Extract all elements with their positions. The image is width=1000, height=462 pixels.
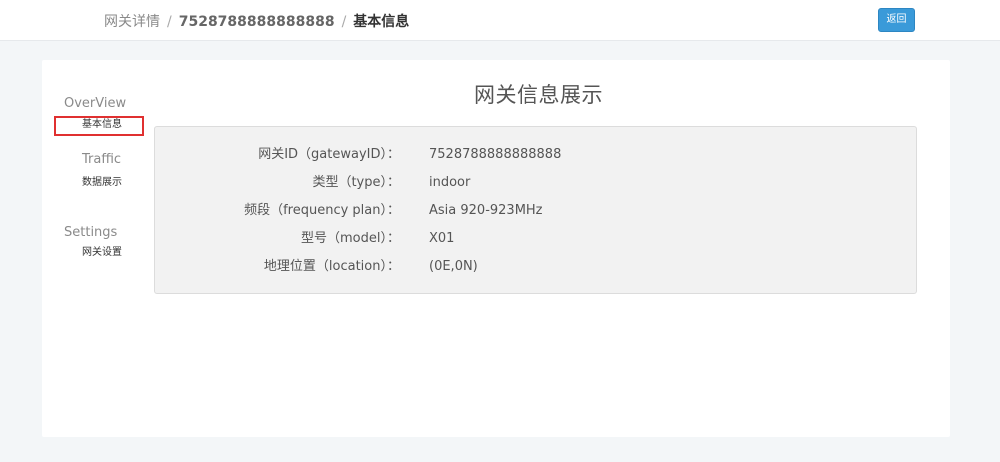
info-label: 地理位置（location）：: [263, 259, 400, 274]
content-card: OverView 基本信息 Traffic 数据展示 Settings 网关设置…: [42, 60, 950, 437]
info-value: X01: [429, 231, 455, 246]
breadcrumb: 网关详情 / 7528788888888888 / 基本信息: [104, 12, 409, 32]
sidebar-header-overview: OverView: [64, 96, 127, 111]
info-row-location: 地理位置（location）： (0E,0N): [155, 257, 916, 277]
sidebar-header-settings: Settings: [64, 225, 118, 240]
info-row-gateway-id: 网关ID（gatewayID）： 7528788888888888: [155, 145, 916, 165]
info-label: 频段（frequency plan）：: [244, 203, 400, 218]
info-label: 型号（model）：: [301, 231, 400, 246]
info-row-frequency-plan: 频段（frequency plan）： Asia 920-923MHz: [155, 201, 916, 221]
breadcrumb-separator: /: [341, 14, 347, 30]
info-label: 网关ID（gatewayID）：: [258, 147, 400, 162]
breadcrumb-gateway-id[interactable]: 7528788888888888: [179, 14, 335, 30]
info-value: (0E,0N): [429, 259, 478, 274]
info-value: 7528788888888888: [429, 147, 562, 162]
sidebar: OverView 基本信息 Traffic 数据展示 Settings 网关设置: [42, 60, 152, 437]
sidebar-header-traffic: Traffic: [82, 152, 122, 167]
info-label: 类型（type）：: [312, 175, 400, 190]
sidebar-item-data-display[interactable]: 数据展示: [82, 176, 122, 189]
info-value: Asia 920-923MHz: [429, 203, 543, 218]
info-row-model: 型号（model）： X01: [155, 229, 916, 249]
info-value: indoor: [429, 175, 471, 190]
info-panel: 网关ID（gatewayID）： 7528788888888888 类型（typ…: [154, 126, 917, 294]
sidebar-active-indicator: [54, 116, 144, 136]
page-title: 网关信息展示: [474, 83, 603, 107]
breadcrumb-root[interactable]: 网关详情: [104, 14, 160, 30]
sidebar-item-gateway-settings[interactable]: 网关设置: [82, 246, 122, 259]
info-row-type: 类型（type）： indoor: [155, 173, 916, 193]
breadcrumb-current: 基本信息: [353, 14, 410, 30]
top-bar: 网关详情 / 7528788888888888 / 基本信息 返回: [0, 0, 1000, 41]
breadcrumb-separator: /: [167, 14, 172, 30]
back-button[interactable]: 返回: [878, 8, 915, 32]
